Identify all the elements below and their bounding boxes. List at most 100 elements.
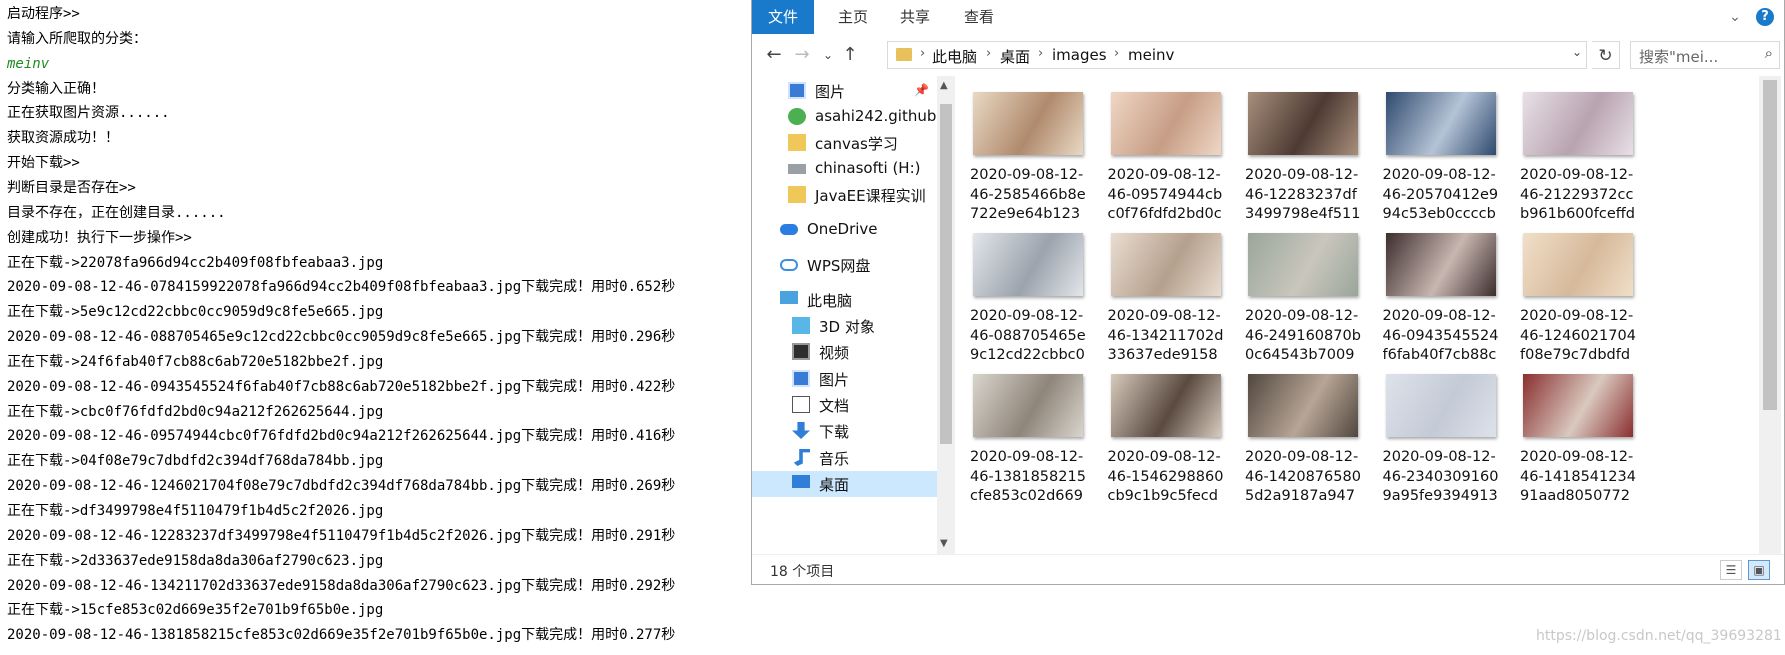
nav-item[interactable]: 图片 📌 bbox=[752, 78, 937, 104]
nav-item-label: JavaEE课程实训 bbox=[815, 187, 926, 205]
nav-item[interactable]: 3D 对象 bbox=[752, 313, 937, 339]
image-thumbnail bbox=[1110, 92, 1221, 155]
breadcrumb-desktop[interactable]: 桌面 bbox=[1000, 46, 1030, 67]
breadcrumb-images[interactable]: images bbox=[1052, 46, 1107, 64]
image-thumbnail bbox=[1110, 233, 1221, 296]
console-line: 请输入所爬取的分类： bbox=[7, 30, 147, 47]
search-input[interactable]: 搜索"mei... ⌕ bbox=[1630, 41, 1780, 69]
refresh-button[interactable]: ↻ bbox=[1592, 41, 1620, 69]
console-line: 2020-09-08-12-46-088705465e9c12cd22cbbc0… bbox=[7, 329, 676, 346]
watermark: https://blog.csdn.net/qq_39693281 bbox=[1536, 628, 1782, 644]
tab-file[interactable]: 文件 bbox=[752, 0, 814, 34]
nav-item[interactable]: 音乐 bbox=[752, 445, 937, 471]
nav-item[interactable]: 桌面 bbox=[752, 471, 937, 497]
search-placeholder: 搜索"mei... bbox=[1639, 48, 1719, 66]
file-item[interactable]: 2020-09-08-12-46-1546298860cb9c1b9c5fecd… bbox=[1097, 358, 1227, 508]
scroll-up-icon[interactable]: ▲ bbox=[940, 80, 948, 91]
file-name: 2020-09-08-12-46-1546298860cb9c1b9c5fecd… bbox=[1107, 449, 1224, 508]
nav-item[interactable]: 此电脑 bbox=[752, 287, 937, 313]
console-line: 判断目录是否存在>> bbox=[7, 179, 136, 196]
nav-scroll-thumb[interactable] bbox=[940, 104, 952, 444]
console-line: 2020-09-08-12-46-1246021704f08e79c7dbdfd… bbox=[7, 478, 676, 495]
nav-item[interactable]: 下载 bbox=[752, 418, 937, 444]
nav-item[interactable]: 视频 bbox=[752, 339, 937, 365]
details-view-button[interactable]: ☰ bbox=[1720, 560, 1742, 580]
up-button[interactable]: ↑ bbox=[838, 42, 862, 68]
console-line: 2020-09-08-12-46-0943545524f6fab40f7cb88… bbox=[7, 378, 676, 395]
file-item[interactable]: 2020-09-08-12-46-1381858215cfe853c02d669… bbox=[959, 358, 1089, 508]
console-line: 正在下载->15cfe853c02d669e35f2e701b9f65b0e.j… bbox=[7, 602, 384, 619]
nav-item[interactable]: OneDrive bbox=[752, 217, 937, 243]
nav-item[interactable]: 文档 bbox=[752, 392, 937, 418]
scroll-down-icon[interactable]: ▼ bbox=[940, 538, 948, 549]
file-name: 2020-09-08-12-46-14208765805d2a9187a9473… bbox=[1245, 449, 1361, 508]
nav-item[interactable]: canvas学习 bbox=[752, 130, 937, 156]
file-item[interactable]: 2020-09-08-12-46-249160870b0c64543b70091… bbox=[1234, 217, 1364, 367]
cloud-icon bbox=[780, 259, 798, 271]
breadcrumb-this-pc[interactable]: 此电脑 bbox=[932, 46, 977, 67]
status-bar: 18 个项目 ☰ ▣ bbox=[752, 554, 1784, 584]
breadcrumb-meinv[interactable]: meinv bbox=[1128, 46, 1174, 64]
console-line: 正在下载->2d33637ede9158da8da306af2790c623.j… bbox=[7, 552, 384, 569]
file-item[interactable]: 2020-09-08-12-46-2585466b8e722e9e64b1238… bbox=[959, 76, 1089, 226]
pin-icon[interactable]: 📌 bbox=[914, 83, 929, 97]
file-item[interactable]: 2020-09-08-12-46-141854123491aad8050772d… bbox=[1509, 358, 1639, 508]
file-item[interactable]: 2020-09-08-12-46-21229372ccb961b600fceff… bbox=[1509, 76, 1639, 226]
nav-item[interactable]: JavaEE课程实训 bbox=[752, 182, 937, 208]
tab-home[interactable]: 主页 bbox=[822, 0, 884, 34]
console-line: 开始下载>> bbox=[7, 155, 80, 172]
content-scrollbar[interactable] bbox=[1759, 76, 1781, 554]
file-item[interactable]: 2020-09-08-12-46-14208765805d2a9187a9473… bbox=[1234, 358, 1364, 508]
expand-ribbon-icon[interactable]: ⌄ bbox=[1726, 8, 1744, 26]
nav-scrollbar[interactable]: ▲ ▼ bbox=[937, 76, 955, 554]
file-item[interactable]: 2020-09-08-12-46-0943545524f6fab40f7cb88… bbox=[1372, 217, 1502, 367]
address-row: ← → ⌄ ↑ › 此电脑 › 桌面 › images › meinv ⌄ ↻ … bbox=[752, 38, 1784, 72]
nav-item-label: 图片 bbox=[819, 371, 850, 389]
nav-item[interactable]: asahi242.github bbox=[752, 104, 937, 130]
file-item[interactable]: 2020-09-08-12-46-23403091609a95fe9394913… bbox=[1372, 358, 1502, 508]
console-line: 2020-09-08-12-46-0784159922078fa966d94cc… bbox=[7, 279, 676, 296]
image-thumbnail bbox=[973, 92, 1083, 155]
file-item[interactable]: 2020-09-08-12-46-09574944cbc0f76fdfd2bd0… bbox=[1097, 76, 1227, 226]
console-line: 正在下载->24f6fab40f7cb88c6ab720e5182bbe2f.j… bbox=[7, 353, 384, 370]
recent-locations-button[interactable]: ⌄ bbox=[816, 42, 840, 68]
nav-item-label: 下载 bbox=[819, 423, 850, 441]
back-button[interactable]: ← bbox=[762, 42, 786, 68]
address-bar[interactable]: › 此电脑 › 桌面 › images › meinv ⌄ bbox=[887, 41, 1587, 69]
videos-icon bbox=[792, 343, 810, 360]
nav-item-label: WPS网盘 bbox=[807, 257, 871, 275]
image-thumbnail bbox=[973, 233, 1083, 296]
file-item[interactable]: 2020-09-08-12-46-1246021704f08e79c7dbdfd… bbox=[1509, 217, 1639, 367]
nav-item[interactable]: chinasofti (H:) bbox=[752, 156, 937, 182]
nav-item-label: 桌面 bbox=[819, 476, 850, 494]
file-item[interactable]: 2020-09-08-12-46-088705465e9c12cd22cbbc0… bbox=[959, 217, 1089, 367]
file-item[interactable]: 2020-09-08-12-46-20570412e994c53eb0ccccb… bbox=[1372, 76, 1502, 226]
image-thumbnail bbox=[1523, 92, 1633, 155]
tab-view[interactable]: 查看 bbox=[948, 0, 1010, 34]
large-icons-view-button[interactable]: ▣ bbox=[1748, 560, 1770, 580]
file-explorer-window: 文件 主页 共享 查看 ⌄ ? ← → ⌄ ↑ › 此电脑 › 桌面 › ima… bbox=[751, 0, 1785, 585]
nav-item[interactable]: WPS网盘 bbox=[752, 252, 937, 278]
nav-item-label: canvas学习 bbox=[815, 135, 898, 153]
image-thumbnail bbox=[1523, 374, 1633, 437]
file-item[interactable]: 2020-09-08-12-46-134211702d33637ede9158d… bbox=[1097, 217, 1227, 367]
forward-button[interactable]: → bbox=[790, 42, 814, 68]
image-thumbnail bbox=[1248, 92, 1358, 155]
chevron-down-icon[interactable]: ⌄ bbox=[1572, 45, 1582, 59]
nav-item-label: 3D 对象 bbox=[819, 318, 875, 336]
console-line: 启动程序>> bbox=[7, 6, 80, 22]
chevron-right-icon: › bbox=[1114, 46, 1120, 61]
help-icon[interactable]: ? bbox=[1756, 8, 1774, 26]
nav-item-label: asahi242.github bbox=[815, 107, 937, 125]
tab-share[interactable]: 共享 bbox=[884, 0, 946, 34]
downloads-icon bbox=[792, 422, 810, 439]
file-item[interactable]: 2020-09-08-12-46-12283237df3499798e4f511… bbox=[1234, 76, 1364, 226]
content-scroll-thumb[interactable] bbox=[1763, 80, 1777, 410]
nav-item-label: 视频 bbox=[819, 344, 850, 362]
3d-objects-icon bbox=[792, 317, 810, 334]
chevron-right-icon: › bbox=[986, 46, 992, 61]
chevron-right-icon: › bbox=[920, 46, 926, 61]
desktop-icon bbox=[792, 475, 810, 488]
nav-item[interactable]: 图片 bbox=[752, 366, 937, 392]
console-line: 正在下载->df3499798e4f5110479f1b4d5c2f2026.j… bbox=[7, 503, 384, 519]
